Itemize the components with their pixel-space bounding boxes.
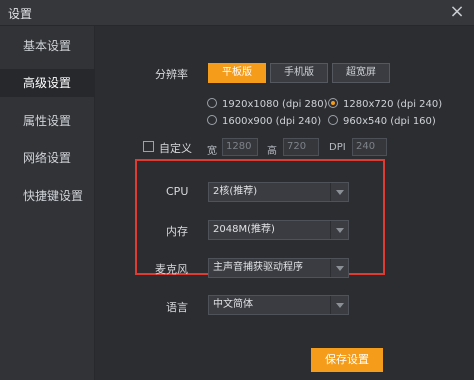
microphone-label: 麦克风 [155, 263, 188, 276]
radio-icon [207, 98, 217, 108]
dpi-input[interactable]: 240 [352, 138, 387, 156]
cpu-select[interactable]: 2核(推荐) [208, 182, 349, 202]
sidebar-item-advanced[interactable]: 高级设置 [0, 69, 95, 97]
sidebar-item-shortcuts[interactable]: 快捷键设置 [0, 182, 95, 210]
sidebar-item-properties[interactable]: 属性设置 [0, 107, 95, 135]
language-value: 中文简体 [213, 299, 253, 310]
dpi-label: DPI [329, 142, 346, 153]
cpu-value: 2核(推荐) [213, 186, 258, 197]
resolution-label: 分辨率 [155, 68, 188, 81]
microphone-value: 主声音捕获驱动程序 [213, 262, 303, 273]
tab-tablet[interactable]: 平板版 [208, 63, 266, 83]
radio-icon [328, 115, 338, 125]
sidebar-item-network[interactable]: 网络设置 [0, 144, 95, 172]
width-input[interactable]: 1280 [222, 138, 258, 156]
settings-panel: 分辨率 平板版 手机版 超宽屏 1920x1080 (dpi 280) 1280… [96, 26, 474, 380]
custom-resolution-checkbox[interactable] [143, 141, 154, 152]
close-icon[interactable]: × [448, 3, 466, 21]
chevron-down-icon [330, 221, 348, 239]
sidebar-item-basic[interactable]: 基本设置 [0, 32, 95, 60]
tab-phone[interactable]: 手机版 [270, 63, 328, 83]
chevron-down-icon [330, 296, 348, 314]
radio-icon [207, 115, 217, 125]
height-input[interactable]: 720 [283, 138, 319, 156]
memory-value: 2048M(推荐) [213, 224, 275, 235]
custom-resolution-label: 自定义 [159, 142, 192, 155]
window-title: 设置 [8, 7, 33, 21]
radio-checked-icon [328, 98, 338, 108]
language-label: 语言 [166, 301, 188, 314]
title-bar: 设置 × [0, 0, 474, 26]
language-select[interactable]: 中文简体 [208, 295, 349, 315]
resolution-option-1280[interactable]: 1280x720 (dpi 240) [328, 98, 442, 112]
width-label: 宽 [207, 146, 217, 157]
chevron-down-icon [330, 259, 348, 277]
microphone-select[interactable]: 主声音捕获驱动程序 [208, 258, 349, 278]
memory-label: 内存 [166, 225, 188, 238]
save-button[interactable]: 保存设置 [311, 348, 383, 372]
resolution-option-960[interactable]: 960x540 (dpi 160) [328, 115, 436, 129]
tab-ultrawide[interactable]: 超宽屏 [332, 63, 390, 83]
memory-select[interactable]: 2048M(推荐) [208, 220, 349, 240]
height-label: 高 [267, 146, 277, 157]
cpu-label: CPU [166, 185, 189, 198]
sidebar: 基本设置 高级设置 属性设置 网络设置 快捷键设置 [0, 26, 95, 380]
resolution-option-1600[interactable]: 1600x900 (dpi 240) [207, 115, 321, 129]
chevron-down-icon [330, 183, 348, 201]
resolution-option-1920[interactable]: 1920x1080 (dpi 280) [207, 98, 328, 112]
